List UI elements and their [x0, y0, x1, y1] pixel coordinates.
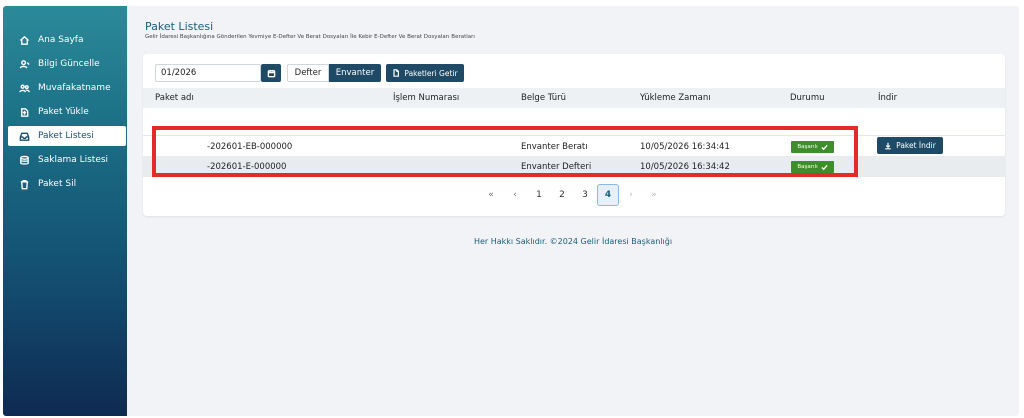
sidebar-item-ana-sayfa[interactable]: Ana Sayfa: [8, 30, 126, 50]
cell-paket-adi: -202601-E-000000: [207, 162, 287, 172]
sidebar-item-bilgi-guncelle[interactable]: Bilgi Güncelle: [8, 54, 126, 74]
table-row: -202601-EB-000000 Envanter Beratı 10/05/…: [143, 135, 1005, 156]
pagination-prev[interactable]: ‹: [504, 184, 526, 206]
col-header-yukleme-zamani: Yükleme Zamanı: [640, 93, 711, 103]
status-badge-label: Başarılı: [797, 164, 818, 170]
cell-belge-turu: Envanter Beratı: [521, 142, 588, 152]
pagination-last[interactable]: »: [643, 184, 665, 206]
sidebar-item-label: Paket Listesi: [38, 131, 94, 141]
col-header-indir: İndir: [878, 93, 898, 103]
status-badge-label: Başarılı: [797, 144, 818, 150]
download-package-button[interactable]: Paket İndir: [877, 137, 943, 154]
pagination-first[interactable]: «: [480, 184, 502, 206]
fetch-packages-label: Paketleri Getir: [404, 68, 458, 78]
pagination-page-4[interactable]: 4: [597, 184, 619, 206]
footer-text: Her Hakkı Saklıdır. ©2024 Gelir İdaresi …: [473, 237, 673, 246]
table-row: -202601-E-000000 Envanter Defteri 10/05/…: [143, 156, 1005, 177]
calendar-button[interactable]: [261, 64, 281, 82]
sidebar-item-label: Muvafakatname: [38, 83, 111, 93]
cell-belge-turu: Envanter Defteri: [521, 162, 592, 172]
sidebar-item-muvafakatname[interactable]: Muvafakatname: [8, 78, 126, 98]
pagination-page-3[interactable]: 3: [574, 184, 596, 206]
sidebar-item-saklama-listesi[interactable]: Saklama Listesi: [8, 150, 126, 170]
cell-yukleme-zamani: 10/05/2026 16:34:41: [640, 142, 730, 152]
package-list-card: 01/2026 Defter Envanter Paketleri Getir …: [143, 54, 1005, 216]
sidebar-item-paket-yukle[interactable]: Paket Yükle: [8, 102, 126, 122]
pagination-next[interactable]: ›: [620, 184, 642, 206]
sidebar-item-paket-listesi[interactable]: Paket Listesi: [8, 126, 126, 146]
table-header: Paket adı İşlem Numarası Belge Türü Yükl…: [143, 88, 1005, 108]
sidebar-item-label: Paket Yükle: [38, 107, 89, 117]
page-subtitle: Gelir İdaresi Başkanlığına Gönderilen Ye…: [145, 34, 475, 40]
fetch-packages-button[interactable]: Paketleri Getir: [386, 64, 464, 82]
sidebar-item-label: Ana Sayfa: [38, 35, 84, 45]
type-toggle-envanter[interactable]: Envanter: [329, 64, 381, 82]
col-header-islem-numarasi: İşlem Numarası: [393, 93, 460, 103]
sidebar-item-paket-sil[interactable]: Paket Sil: [8, 174, 126, 194]
database-icon: [18, 154, 30, 166]
pagination-page-1[interactable]: 1: [528, 184, 550, 206]
inbox-icon: [18, 130, 30, 142]
col-header-durumu: Durumu: [790, 93, 825, 103]
sidebar-item-label: Bilgi Güncelle: [38, 59, 100, 69]
cell-yukleme-zamani: 10/05/2026 16:34:42: [640, 162, 730, 172]
trash-icon: [18, 178, 30, 190]
type-toggle-defter[interactable]: Defter: [287, 64, 329, 82]
upload-icon: [18, 106, 30, 118]
users-icon: [18, 82, 30, 94]
app-window: Ana Sayfa Bilgi Güncelle Muvafakatname P…: [0, 0, 1024, 418]
cell-paket-adi: -202601-EB-000000: [207, 142, 293, 152]
status-badge: Başarılı: [791, 161, 834, 173]
status-badge: Başarılı: [791, 141, 834, 153]
col-header-paket-adi: Paket adı: [155, 93, 194, 103]
period-input[interactable]: 01/2026: [155, 64, 261, 82]
main-content: Paket Listesi Gelir İdaresi Başkanlığına…: [127, 6, 1019, 416]
user-edit-icon: [18, 58, 30, 70]
sidebar-item-label: Saklama Listesi: [38, 155, 109, 165]
home-icon: [18, 34, 30, 46]
sidebar-item-label: Paket Sil: [38, 179, 77, 189]
check-icon: [821, 164, 828, 170]
download-icon: [885, 142, 891, 149]
sidebar: Ana Sayfa Bilgi Güncelle Muvafakatname P…: [3, 6, 127, 416]
check-icon: [821, 144, 828, 150]
file-icon: [393, 69, 400, 77]
download-package-label: Paket İndir: [896, 141, 936, 150]
page-title: Paket Listesi: [145, 20, 214, 33]
col-header-belge-turu: Belge Türü: [521, 93, 567, 103]
pagination-page-2[interactable]: 2: [551, 184, 573, 206]
calendar-icon: [267, 69, 275, 77]
